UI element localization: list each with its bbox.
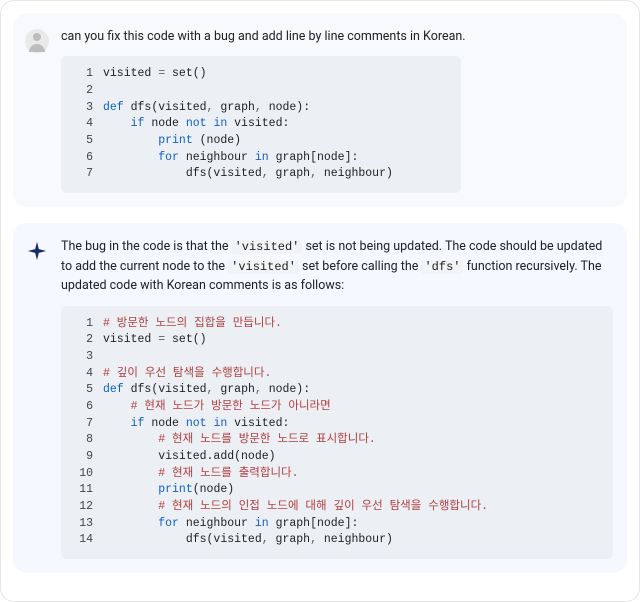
inline-code: 'visited' [228, 260, 299, 274]
line-number: 1 [71, 66, 103, 83]
bot-code-block: 1# 방문한 노드의 집합을 만듭니다.2visited = set()34# … [61, 306, 613, 559]
code-line: 7 dfs(visited, graph, neighbour) [71, 166, 447, 183]
line-content: # 현재 노드를 방문한 노드로 표시합니다. [103, 432, 599, 449]
user-code-block: 1visited = set()23def dfs(visited, graph… [61, 56, 461, 193]
line-number: 14 [71, 532, 103, 549]
line-number: 2 [71, 83, 103, 100]
line-content [103, 349, 599, 366]
code-line: 3def dfs(visited, graph, node): [71, 100, 447, 117]
inline-code: 'visited' [232, 240, 303, 254]
line-number: 1 [71, 316, 103, 333]
line-number: 7 [71, 166, 103, 183]
code-line: 6 for neighbour in graph[node]: [71, 150, 447, 167]
line-number: 9 [71, 449, 103, 466]
code-line: 10 # 현재 노드를 출력합니다. [71, 466, 599, 483]
line-content: for neighbour in graph[node]: [103, 516, 599, 533]
code-line: 4 if node not in visited: [71, 116, 447, 133]
line-number: 12 [71, 499, 103, 516]
line-content: def dfs(visited, graph, node): [103, 100, 447, 117]
line-number: 7 [71, 416, 103, 433]
code-line: 13 for neighbour in graph[node]: [71, 516, 599, 533]
code-line: 14 dfs(visited, graph, neighbour) [71, 532, 599, 549]
line-content [103, 83, 447, 100]
code-line: 7 if node not in visited: [71, 416, 599, 433]
line-number: 4 [71, 116, 103, 133]
line-number: 5 [71, 382, 103, 399]
line-number: 6 [71, 150, 103, 167]
code-line: 2visited = set() [71, 332, 599, 349]
line-content: # 현재 노드의 인접 노드에 대해 깊이 우선 탐색을 수행합니다. [103, 499, 599, 516]
user-content: can you fix this code with a bug and add… [61, 27, 613, 193]
bot-response-text: The bug in the code is that the 'visited… [61, 237, 613, 296]
line-number: 11 [71, 482, 103, 499]
sparkle-icon [25, 239, 49, 263]
code-line: 3 [71, 349, 599, 366]
code-line: 5 print (node) [71, 133, 447, 150]
user-message: can you fix this code with a bug and add… [13, 13, 627, 207]
line-content: # 깊이 우선 탐색을 수행합니다. [103, 366, 599, 383]
line-number: 2 [71, 332, 103, 349]
line-content: # 방문한 노드의 집합을 만듭니다. [103, 316, 599, 333]
line-content: dfs(visited, graph, neighbour) [103, 532, 599, 549]
line-content: def dfs(visited, graph, node): [103, 382, 599, 399]
line-number: 13 [71, 516, 103, 533]
inline-code: 'dfs' [421, 260, 463, 274]
line-content: dfs(visited, graph, neighbour) [103, 166, 447, 183]
line-number: 3 [71, 100, 103, 117]
code-line: 1# 방문한 노드의 집합을 만듭니다. [71, 316, 599, 333]
line-content: for neighbour in graph[node]: [103, 150, 447, 167]
bot-message: The bug in the code is that the 'visited… [13, 223, 627, 573]
line-content: # 현재 노드를 출력합니다. [103, 466, 599, 483]
line-content: visited = set() [103, 332, 599, 349]
code-line: 12 # 현재 노드의 인접 노드에 대해 깊이 우선 탐색을 수행합니다. [71, 499, 599, 516]
code-line: 9 visited.add(node) [71, 449, 599, 466]
line-content: visited = set() [103, 66, 447, 83]
code-line: 6 # 현재 노드가 방문한 노드가 아니라면 [71, 399, 599, 416]
code-line: 1visited = set() [71, 66, 447, 83]
user-prompt-text: can you fix this code with a bug and add… [61, 27, 613, 46]
code-line: 2 [71, 83, 447, 100]
line-content: if node not in visited: [103, 416, 599, 433]
line-number: 10 [71, 466, 103, 483]
line-content: print(node) [103, 482, 599, 499]
line-number: 6 [71, 399, 103, 416]
line-number: 5 [71, 133, 103, 150]
line-content: if node not in visited: [103, 116, 447, 133]
code-line: 4# 깊이 우선 탐색을 수행합니다. [71, 366, 599, 383]
line-number: 8 [71, 432, 103, 449]
code-line: 11 print(node) [71, 482, 599, 499]
line-number: 3 [71, 349, 103, 366]
line-number: 4 [71, 366, 103, 383]
code-line: 8 # 현재 노드를 방문한 노드로 표시합니다. [71, 432, 599, 449]
line-content: print (node) [103, 133, 447, 150]
user-avatar-icon [25, 29, 49, 53]
line-content: # 현재 노드가 방문한 노드가 아니라면 [103, 399, 599, 416]
bot-content: The bug in the code is that the 'visited… [61, 237, 613, 559]
code-line: 5def dfs(visited, graph, node): [71, 382, 599, 399]
line-content: visited.add(node) [103, 449, 599, 466]
chat-container: can you fix this code with a bug and add… [0, 0, 640, 602]
